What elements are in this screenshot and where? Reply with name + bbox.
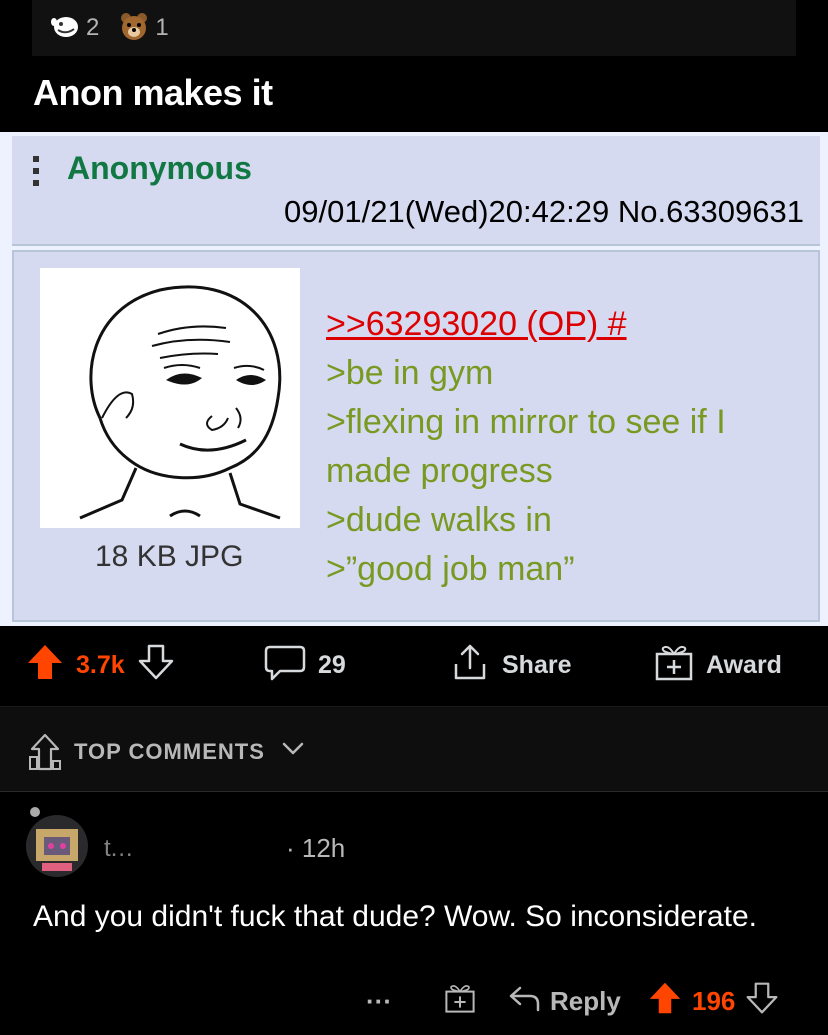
more-icon: ··· [366, 985, 392, 1016]
upvote-arrow-icon[interactable] [648, 981, 682, 1022]
award-button[interactable]: Award [654, 626, 782, 704]
sort-rocket-icon [28, 733, 62, 776]
upvote-arrow-icon[interactable] [26, 643, 64, 688]
comment-vote-count: 196 [692, 985, 736, 1016]
post-dateline: 09/01/21(Wed)20:42:29 No.63309631 [284, 194, 804, 229]
greentext-line: >”good job man” [326, 550, 575, 588]
gift-icon [444, 982, 476, 1021]
comment-count: 29 [318, 650, 346, 679]
bear-award-icon [119, 11, 149, 45]
comments-button[interactable]: 29 [264, 626, 346, 704]
upvote-count: 3.7k [76, 650, 125, 679]
comment-award-button[interactable] [444, 973, 476, 1029]
post-title: Anon makes it [33, 72, 273, 113]
greentext-line: >flexing in mirror to see if I [326, 403, 726, 441]
share-button[interactable]: Share [450, 626, 571, 704]
avatar[interactable] [26, 815, 88, 877]
greentext-line: >dude walks in [326, 501, 552, 539]
reply-arrow-icon [508, 984, 540, 1019]
post-image[interactable]: Anonymous 09/01/21(Wed)20:42:29 No.63309… [0, 132, 828, 626]
comment-time: · 12h [286, 833, 346, 863]
post-action-bar: 3.7k 29 Share Award [0, 626, 828, 704]
award-bar: 2 1 [32, 0, 796, 56]
helpful-award-icon [50, 13, 80, 43]
sort-label: TOP COMMENTS [74, 739, 265, 764]
online-dot [30, 807, 40, 817]
share-label: Share [502, 650, 572, 679]
greentext-line: >be in gym [326, 354, 494, 392]
greentext-line: made progress [326, 452, 553, 490]
file-info: 18 KB JPG [95, 540, 244, 573]
comment: t… · 12h And you didn't fuck that dude? … [0, 793, 828, 1035]
share-icon [450, 642, 490, 689]
downvote-arrow-icon[interactable] [745, 981, 779, 1022]
award-count: 2 [86, 14, 100, 41]
comment-body: And you didn't fuck that dude? Wow. So i… [33, 900, 757, 933]
award-label: Award [706, 650, 782, 679]
comment-vote-group: 196 [648, 973, 779, 1029]
poster-name: Anonymous [67, 150, 252, 186]
downvote-arrow-icon[interactable] [137, 643, 175, 688]
reply-button[interactable]: Reply [508, 973, 621, 1029]
comment-sort-bar[interactable]: TOP COMMENTS [0, 706, 828, 792]
chevron-down-icon [282, 741, 304, 762]
award-count: 1 [155, 14, 169, 41]
wojak-thumbnail [40, 268, 300, 528]
post-message: >>63293020 (OP) # >be in gym >flexing in… [326, 300, 726, 594]
reply-label: Reply [550, 985, 621, 1016]
comment-username[interactable]: t… [104, 835, 134, 863]
vote-group: 3.7k [26, 626, 175, 704]
op-reply-link: >>63293020 (OP) # [326, 305, 627, 343]
kebab-menu-icon [33, 156, 39, 190]
comment-more-button[interactable]: ··· [366, 973, 392, 1029]
comment-bubble-icon [264, 641, 306, 690]
gift-icon [654, 642, 694, 689]
